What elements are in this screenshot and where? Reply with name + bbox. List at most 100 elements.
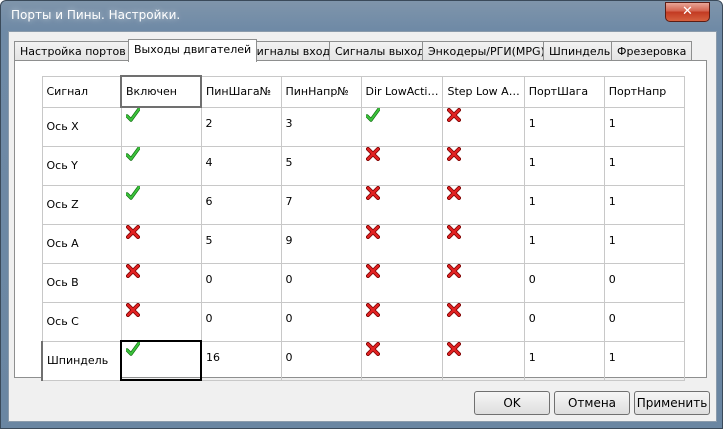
red-x-icon	[447, 264, 462, 281]
cell-step-pin[interactable]: 6	[200, 184, 282, 225]
cell-dir-low-active[interactable]	[360, 184, 444, 225]
cell-enabled[interactable]	[120, 106, 202, 147]
cell-signal[interactable]: Шпиндель	[41, 340, 122, 381]
tab-port-setup[interactable]: Настройка портов	[14, 41, 132, 61]
row-label: Ось C	[46, 315, 79, 328]
cell-step-pin[interactable]: 4	[200, 145, 282, 186]
cell-value: 1	[608, 155, 616, 169]
apply-button[interactable]: Применить	[634, 391, 710, 415]
row-label: Ось A	[46, 237, 79, 250]
cell-step-pin[interactable]: 0	[200, 262, 282, 303]
row-label: Ось Z	[46, 198, 79, 211]
red-x-icon	[125, 264, 140, 281]
cell-step-pin[interactable]: 2	[200, 106, 282, 147]
row-label: Ось Y	[46, 159, 78, 172]
column-header-dir-port[interactable]: ПортНапр	[603, 75, 685, 108]
motor-outputs-panel: Сигнал Включен ПинШага№ ПинНапр№ Dir Low…	[14, 60, 707, 381]
window-title: Порты и Пины. Настройки.	[11, 8, 181, 22]
title-bar[interactable]: Порты и Пины. Настройки. ✕	[1, 1, 722, 31]
cell-signal[interactable]: Ось A	[41, 223, 122, 264]
tab-milling[interactable]: Фрезеровка	[611, 41, 693, 61]
cell-enabled[interactable]	[120, 340, 202, 381]
cell-value: 1	[608, 194, 616, 208]
cell-dir-port[interactable]: 0	[603, 262, 685, 303]
cell-step-pin[interactable]: 5	[200, 223, 282, 264]
cell-value: 1	[608, 350, 616, 364]
cell-step-low-active[interactable]	[442, 106, 525, 147]
cell-value: 1	[528, 350, 536, 364]
cell-value: 1	[528, 116, 536, 130]
close-button[interactable]: ✕	[665, 2, 710, 22]
green-check-icon	[125, 108, 140, 125]
cell-value: 9	[285, 233, 293, 247]
cell-value: 0	[285, 272, 293, 286]
cell-signal[interactable]: Ось X	[41, 106, 122, 147]
close-icon: ✕	[682, 4, 693, 19]
column-header-step-pin[interactable]: ПинШага№	[200, 75, 282, 108]
cell-dir-low-active[interactable]	[360, 262, 444, 303]
cell-step-low-active[interactable]	[442, 262, 525, 303]
cell-dir-port[interactable]: 1	[603, 145, 685, 186]
cell-step-port[interactable]: 1	[523, 223, 605, 264]
cell-signal[interactable]: Ось Y	[41, 145, 122, 186]
cell-step-low-active[interactable]	[442, 340, 525, 381]
cell-value: 3	[285, 116, 293, 130]
cell-dir-port[interactable]: 1	[603, 106, 685, 147]
cell-step-port[interactable]: 1	[523, 340, 605, 381]
cell-signal[interactable]: Ось Z	[41, 184, 122, 225]
column-header-dir-low-active[interactable]: Dir LowActi…	[360, 75, 444, 108]
cell-dir-low-active[interactable]	[360, 145, 444, 186]
cell-step-port[interactable]: 0	[523, 301, 605, 342]
column-header-enabled[interactable]: Включен	[120, 75, 202, 108]
cell-step-low-active[interactable]	[442, 184, 525, 225]
cell-step-low-active[interactable]	[442, 145, 525, 186]
cell-enabled[interactable]	[120, 184, 202, 225]
cell-enabled[interactable]	[120, 223, 202, 264]
cell-dir-port[interactable]: 1	[603, 223, 685, 264]
cell-dir-low-active[interactable]	[360, 223, 444, 264]
column-header-step-low-active[interactable]: Step Low A…	[442, 75, 525, 108]
cell-signal[interactable]: Ось C	[41, 301, 122, 342]
cell-dir-pin[interactable]: 0	[280, 301, 362, 342]
cell-value: 1	[528, 194, 536, 208]
cell-step-low-active[interactable]	[442, 301, 525, 342]
table-row: Шпиндель 16 0 1 1	[41, 340, 685, 381]
cell-dir-port[interactable]: 1	[603, 184, 685, 225]
cell-dir-low-active[interactable]	[360, 301, 444, 342]
cell-dir-pin[interactable]: 9	[280, 223, 362, 264]
tab-spindle[interactable]: Шпиндель	[543, 41, 617, 61]
cell-dir-port[interactable]: 1	[603, 340, 685, 381]
cell-step-low-active[interactable]	[442, 223, 525, 264]
cell-dir-low-active[interactable]	[360, 340, 444, 381]
column-header-step-port[interactable]: ПортШага	[523, 75, 605, 108]
ok-button[interactable]: OK	[474, 391, 550, 415]
cell-step-port[interactable]: 0	[523, 262, 605, 303]
cell-dir-pin[interactable]: 0	[280, 262, 362, 303]
cell-step-port[interactable]: 1	[523, 106, 605, 147]
tab-encoders-mpg[interactable]: Энкодеры/РГИ(MPG)	[422, 41, 551, 61]
cell-step-port[interactable]: 1	[523, 184, 605, 225]
red-x-icon	[365, 186, 380, 203]
column-header-signal[interactable]: Сигнал	[41, 75, 122, 108]
cell-step-pin[interactable]: 0	[200, 301, 282, 342]
column-header-dir-pin[interactable]: ПинНапр№	[280, 75, 362, 108]
cell-signal[interactable]: Ось B	[41, 262, 122, 303]
cell-step-port[interactable]: 1	[523, 145, 605, 186]
cell-enabled[interactable]	[120, 262, 202, 303]
cell-enabled[interactable]	[120, 301, 202, 342]
cell-dir-port[interactable]: 0	[603, 301, 685, 342]
tab-input-signals[interactable]: Сигналы входа	[243, 41, 343, 61]
cell-enabled[interactable]	[120, 145, 202, 186]
cell-dir-low-active[interactable]	[360, 106, 444, 147]
cell-dir-pin[interactable]: 0	[280, 340, 362, 381]
cell-dir-pin[interactable]: 7	[280, 184, 362, 225]
cell-dir-pin[interactable]: 3	[280, 106, 362, 147]
cell-value: 0	[528, 311, 536, 325]
cell-value: 0	[608, 272, 616, 286]
cell-step-pin[interactable]: 16	[200, 340, 282, 381]
cell-dir-pin[interactable]: 5	[280, 145, 362, 186]
red-x-icon	[447, 303, 462, 320]
tab-motor-outputs[interactable]: Выходы двигателей	[128, 39, 258, 62]
green-check-icon	[125, 186, 140, 203]
cancel-button[interactable]: Отмена	[554, 391, 630, 415]
